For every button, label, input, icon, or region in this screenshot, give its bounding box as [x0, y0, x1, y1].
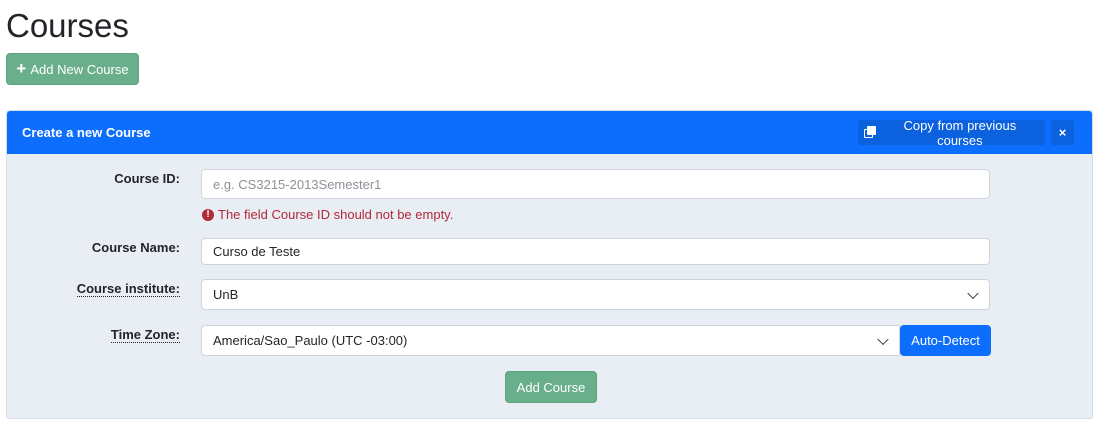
close-panel-button[interactable]: ×: [1051, 120, 1074, 145]
course-id-label: Course ID:: [114, 171, 180, 186]
panel-title: Create a new Course: [22, 125, 151, 140]
add-new-course-button[interactable]: + Add New Course: [6, 53, 139, 85]
course-institute-value: UnB: [213, 287, 239, 302]
course-institute-label: Course institute:: [76, 281, 180, 297]
auto-detect-button[interactable]: Auto-Detect: [900, 325, 991, 356]
copy-from-previous-label: Copy from previous courses: [903, 117, 1017, 148]
close-icon: ×: [1058, 125, 1067, 140]
copy-icon: [864, 126, 877, 139]
chevron-down-icon: [967, 287, 979, 299]
course-name-label: Course Name:: [91, 240, 180, 255]
course-name-input[interactable]: Curso de Teste: [201, 238, 990, 265]
chevron-down-icon: [877, 333, 889, 345]
panel-header: Create a new Course Copy from previous c…: [7, 111, 1092, 154]
plus-icon: +: [16, 58, 27, 78]
course-id-error: ! The field Course ID should not be empt…: [202, 207, 453, 222]
time-zone-label: Time Zone:: [110, 327, 180, 343]
error-icon: !: [202, 208, 214, 221]
create-course-panel: Create a new Course Copy from previous c…: [6, 110, 1093, 419]
course-id-input[interactable]: e.g. CS3215-2013Semester1: [201, 169, 990, 199]
time-zone-value: America/Sao_Paulo (UTC -03:00): [213, 333, 408, 348]
page-title: Courses: [6, 7, 129, 44]
add-new-course-label: Add New Course: [30, 61, 129, 77]
course-institute-select[interactable]: UnB: [201, 279, 990, 310]
time-zone-select[interactable]: America/Sao_Paulo (UTC -03:00): [201, 325, 900, 356]
add-course-button[interactable]: Add Course: [505, 371, 597, 403]
copy-from-previous-button[interactable]: Copy from previous courses: [858, 117, 1045, 148]
course-id-error-text: The field Course ID should not be empty.: [218, 207, 454, 222]
